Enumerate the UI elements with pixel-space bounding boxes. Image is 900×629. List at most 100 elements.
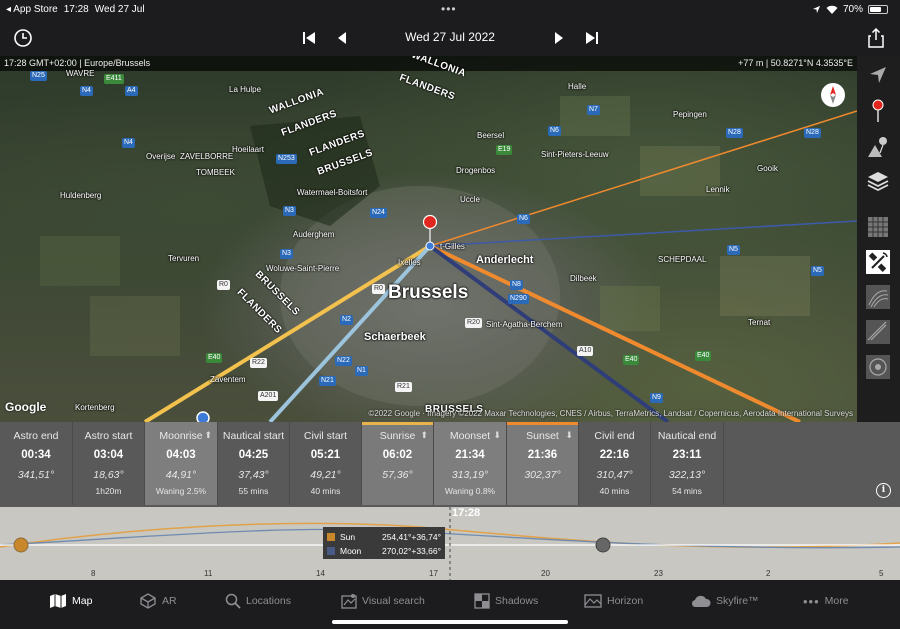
tab-shadows[interactable]: Shadows [474, 593, 538, 609]
event-azimuth: 57,36° [382, 469, 413, 481]
road-number-badge: N28 [726, 128, 743, 138]
navigate-button[interactable] [865, 62, 891, 88]
map-label-town: Ixelles [398, 258, 421, 267]
map-label-town: WAVRE [66, 69, 95, 78]
share-icon [868, 28, 884, 48]
event-time: 04:03 [166, 449, 196, 461]
layers-button[interactable] [865, 168, 891, 194]
last-day-button[interactable] [578, 24, 606, 52]
road-number-badge: N1 [355, 366, 368, 376]
grid-button[interactable] [865, 214, 891, 240]
sky-overlay-button[interactable] [865, 354, 891, 380]
sun-moon-events-strip: Astro end 00:34 341,51° Astro start 03:04 18,… [0, 422, 900, 507]
sun-legend-swatch [327, 532, 335, 541]
timeline-tick-label: 11 [204, 569, 213, 578]
event-astro-start[interactable]: Astro start 03:04 18,63° 1h20m [73, 422, 145, 505]
contour-button[interactable] [865, 284, 891, 310]
event-civil-end[interactable]: Civil end 22:16 310,47° 40 mins [579, 422, 651, 505]
map-label-town: Huldenberg [60, 191, 102, 200]
status-date: Wed 27 Jul [94, 4, 145, 15]
timeline-legend: Sun 254,41°+36,74° Moon 270,02°+33,66° [323, 527, 445, 559]
status-time: 17:28 [63, 4, 89, 15]
tab-visual-search-label: Visual search [362, 595, 425, 607]
event-azimuth: 302,37° [524, 469, 561, 481]
next-day-button[interactable] [545, 24, 573, 52]
map-label-town: ZAVELBORRE [180, 152, 234, 161]
map-icon [50, 594, 66, 608]
event-moonset[interactable]: Moonset 21:34 313,19° Waning 0.8% ⬇ [434, 422, 507, 505]
timeline-tick-label: 2 [766, 569, 771, 578]
event-nautical-start[interactable]: Nautical start 04:25 37,43° 55 mins [218, 422, 290, 505]
moon-legend-swatch [327, 546, 335, 555]
tab-locations[interactable]: Locations [225, 593, 291, 609]
secondary-pin-button[interactable] [865, 134, 891, 160]
map-label-town: Gooik [757, 164, 778, 173]
map-label-town: Woluwe-Saint-Pierre [266, 264, 340, 273]
road-number-badge: N290 [508, 294, 529, 304]
event-azimuth: 341,51° [17, 469, 55, 481]
road-number-badge: R20 [465, 318, 482, 328]
road-number-badge: N2 [340, 315, 353, 325]
event-time: 06:02 [382, 449, 413, 461]
satellite-mode-button[interactable] [865, 249, 891, 275]
search-icon [225, 593, 241, 609]
event-civil-start[interactable]: Civil start 05:21 49,21° 40 mins [290, 422, 362, 505]
tab-ar[interactable]: AR [139, 593, 177, 609]
road-number-badge: E40 [623, 355, 640, 365]
map-label-town: SCHEPDAAL [658, 255, 707, 264]
compass-icon[interactable] [820, 82, 846, 108]
sun-legend-label: Sun [340, 531, 356, 542]
info-icon[interactable]: i [876, 483, 891, 498]
map-label-town: Tervuren [168, 254, 200, 263]
tab-more[interactable]: ••• More [803, 593, 849, 609]
home-indicator[interactable] [332, 620, 568, 624]
road-number-badge: N4 [122, 138, 135, 148]
road-number-badge: N3 [280, 249, 293, 259]
date-label[interactable]: Wed 27 Jul 2022 [390, 30, 510, 44]
map-label-town: Halle [568, 82, 587, 91]
event-sunset[interactable]: Sunset 21:36 302,37° ⬇ [507, 422, 579, 505]
map-pin-icon [872, 99, 884, 122]
location-arrow-icon [870, 67, 886, 83]
map-label-town: Lennik [706, 185, 730, 194]
compass-overlay-icon [866, 355, 890, 379]
map-label-town: La Hulpe [229, 85, 262, 94]
map-label-town: Watermael-Boitsfort [297, 188, 368, 197]
day-timeline[interactable]: 17:28 Sun 254,41°+36,74° Moon 270,02°+33… [0, 507, 900, 580]
map-label-town: Kortenberg [75, 403, 115, 412]
event-nautical-end[interactable]: Nautical end 23:11 322,13° 54 mins [651, 422, 724, 505]
event-moonrise[interactable]: Moonrise 04:03 44,91° Waning 2.5% ⬆ [145, 422, 218, 505]
tab-horizon-label: Horizon [607, 595, 644, 607]
status-bar: ◂ App Store 17:28 Wed 27 Jul ••• 70% [0, 0, 900, 20]
measure-button[interactable] [865, 319, 891, 345]
event-azimuth: 322,13° [668, 469, 706, 481]
previous-day-button[interactable] [328, 24, 356, 52]
first-day-button[interactable] [295, 24, 323, 52]
back-to-app-link[interactable]: ◂ App Store [6, 4, 58, 15]
map-label-town: Sint-Pieters-Leeuw [541, 150, 609, 159]
sun-marker-icon [13, 537, 29, 553]
tab-map[interactable]: Map [49, 593, 92, 609]
clock-button[interactable] [9, 24, 37, 52]
tab-horizon[interactable]: Horizon [584, 593, 643, 609]
event-astro-end[interactable]: Astro end 00:34 341,51° [0, 422, 73, 505]
satellite-map[interactable]: 17:28 GMT+02:00 | Europe/Brussels +77 m … [0, 56, 857, 422]
multitasking-dots-icon[interactable]: ••• [441, 2, 457, 16]
tab-visual-search[interactable]: Visual search [341, 593, 425, 609]
rise-arrow-icon: ⬆ [420, 430, 428, 440]
tab-more-label: More [824, 595, 849, 607]
cloud-icon [691, 595, 711, 608]
timeline-tick-label: 8 [91, 569, 96, 578]
road-number-badge: R22 [250, 358, 267, 368]
share-button[interactable] [862, 24, 890, 52]
location-services-icon [812, 5, 821, 14]
map-label-anderlecht: Anderlecht [476, 254, 534, 266]
event-sunrise[interactable]: Sunrise 06:02 57,36° ⬆ [362, 422, 434, 505]
tab-skyfire[interactable]: Skyfire™ [691, 593, 759, 609]
more-icon: ••• [803, 593, 820, 609]
primary-pin-button[interactable] [865, 98, 891, 124]
map-label-town: Pepingen [673, 110, 707, 119]
event-time: 23:11 [672, 449, 702, 461]
event-name: Civil end [594, 430, 635, 442]
map-label-brussels: Brussels [388, 282, 469, 303]
